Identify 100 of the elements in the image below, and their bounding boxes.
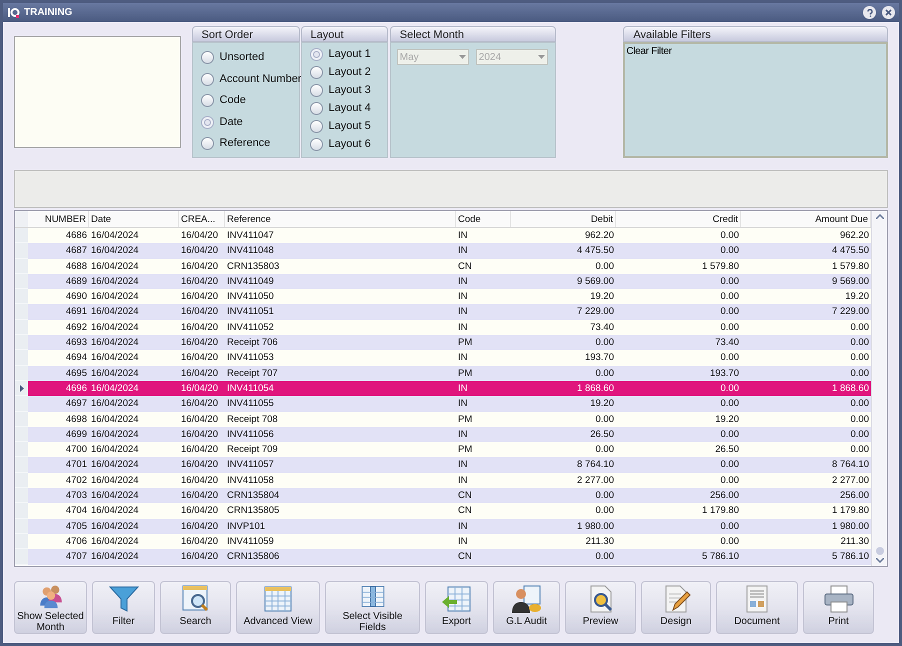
table-cell-text: 4687 [64, 244, 88, 258]
radio-label: Layout 5 [328, 119, 371, 134]
table-cell-text: 16/04/2024 [90, 320, 140, 335]
toolbar-button[interactable]: Show Selected Month [14, 581, 87, 634]
table-cell-text: 4705 [64, 520, 88, 534]
column-header[interactable]: Credit [616, 211, 741, 227]
table-row[interactable]: 4686 16/04/2024 16/04/20 INV411047 IN 962.20 0.00 962.20 [15, 228, 871, 244]
table-cell-text: 19.20 [589, 290, 615, 304]
table-cell-text: 4 475.50 [576, 244, 615, 258]
toolbar-button[interactable]: Document [716, 581, 798, 634]
table-row[interactable]: 4704 16/04/2024 16/04/20 CRN135805 CN 0.00 1 179.80 1 179.80 [15, 503, 871, 519]
table-cell-text: 4706 [64, 534, 88, 549]
table-row[interactable]: 4702 16/04/2024 16/04/20 INV411058 IN 2 277.00 0.00 2 277.00 [15, 472, 871, 488]
table-row[interactable]: 4692 16/04/2024 16/04/20 INV411052 IN 73.40 0.00 0.00 [15, 320, 871, 336]
table-cell-text: 16/04/2024 [90, 520, 140, 534]
table-cell-text: 4698 [64, 412, 88, 427]
table-cell-text: 16/04/2024 [90, 397, 140, 412]
table-cell-text: 4701 [64, 458, 88, 472]
column-header[interactable]: Debit [511, 211, 616, 227]
table-cell-text: IN [457, 305, 468, 320]
panel-header: Sort Order [192, 26, 300, 42]
table-cell-text: IN [457, 534, 468, 549]
table-cell-text: 4700 [64, 443, 88, 458]
table-cell-text: CN [457, 260, 473, 274]
toolbar-button[interactable]: Export [425, 581, 488, 634]
table-cell-text: 16/04/2024 [90, 229, 140, 243]
table-cell-text: 962.20 [838, 229, 870, 243]
toolbar-button[interactable]: G.L Audit [493, 581, 560, 634]
table-row[interactable]: 4706 16/04/2024 16/04/20 INV411059 IN 211.30 0.00 211.30 [15, 534, 871, 550]
table-cell-text: PM [457, 366, 474, 381]
table-cell-text: 19.20 [589, 397, 615, 412]
table-row[interactable]: 4693 16/04/2024 16/04/20 Receipt 706 PM 0.00 73.40 0.00 [15, 335, 871, 350]
table-row[interactable]: 4696 16/04/2024 16/04/20 INV411054 IN 1 868.60 0.00 1 868.60 [15, 380, 871, 396]
table-row[interactable]: 4700 16/04/2024 16/04/20 Receipt 709 PM 0.00 26.50 0.00 [15, 442, 871, 458]
table-cell-text: INV411052 [226, 320, 275, 335]
table-row[interactable]: 4690 16/04/2024 16/04/20 INV411050 IN 19.20 0.00 19.20 [15, 289, 871, 304]
toolbar-button[interactable]: Filter [92, 581, 155, 634]
toolbar-button[interactable]: Design [641, 581, 711, 634]
table-row[interactable]: 4689 16/04/2024 16/04/20 INV411049 IN 9 569.00 0.00 9 569.00 [15, 274, 871, 290]
table-cell-text: 4696 [64, 382, 88, 396]
toolbar-button[interactable]: Preview [565, 581, 636, 634]
column-header[interactable]: NUMBER [28, 211, 89, 227]
toolbar-button[interactable]: Print [803, 581, 874, 634]
column-header[interactable]: CREA... [179, 211, 225, 227]
table-cell-text: 193.70 [708, 366, 740, 381]
table-cell-text: 16/04/2024 [90, 474, 140, 488]
table-row[interactable]: 4707 16/04/2024 16/04/20 CRN135806 CN 0.00 5 786.10 5 786.10 [15, 549, 871, 565]
table-cell-text: INV411049 [226, 274, 275, 289]
table-cell-text: 211.30 [584, 534, 615, 549]
table-cell-text: 16/04/20 [180, 290, 219, 304]
table-cell-text: 211.30 [840, 534, 870, 549]
radio-label: Account Number [220, 72, 302, 87]
table-cell-text: 0.00 [594, 443, 615, 458]
table-row[interactable]: 4687 16/04/2024 16/04/20 INV411048 IN 4 475.50 0.00 4 475.50 [15, 243, 871, 259]
column-header[interactable]: Date [89, 211, 179, 227]
toolbar-button[interactable]: Advanced View [236, 581, 320, 634]
table-row[interactable]: 4694 16/04/2024 16/04/20 INV411053 IN 193.70 0.00 0.00 [15, 350, 871, 366]
table-cell-text: 0.00 [594, 504, 615, 518]
table-row[interactable]: 4705 16/04/2024 16/04/20 INVP101 IN 1 980.00 0.00 1 980.00 [15, 518, 871, 534]
table-cell-text: IN [457, 320, 468, 335]
table-cell-text: 16/04/20 [180, 336, 219, 350]
table-cell-text: 0.00 [720, 428, 740, 442]
filter-item[interactable]: Clear Filter [626, 45, 885, 58]
toolbar-button[interactable]: Select Visible Fields [325, 581, 420, 634]
toolbar-button[interactable]: Search [160, 581, 231, 634]
table-cell-text: 0.00 [720, 458, 740, 472]
table-cell-text: 0.00 [850, 412, 870, 427]
table-row[interactable]: 4703 16/04/2024 16/04/20 CRN135804 CN 0.00 256.00 256.00 [15, 488, 871, 504]
table-row[interactable]: 4701 16/04/2024 16/04/20 INV411057 IN 8 764.10 0.00 8 764.10 [15, 457, 871, 473]
table-cell-text: 0.00 [720, 244, 740, 258]
table-cell-text: 0.00 [720, 520, 740, 534]
radio-label: Layout 4 [328, 101, 371, 116]
table-cell-text: 256.00 [838, 489, 870, 504]
table-row[interactable]: 4699 16/04/2024 16/04/20 INV411056 IN 26.50 0.00 0.00 [15, 426, 871, 442]
table-row[interactable]: 4698 16/04/2024 16/04/20 Receipt 708 PM 0.00 19.20 0.00 [15, 412, 871, 427]
table-cell-text: 5 786.10 [831, 550, 870, 564]
table-cell-text: 1 980.00 [831, 520, 870, 534]
table-row[interactable]: 4691 16/04/2024 16/04/20 INV411051 IN 7 229.00 0.00 7 229.00 [15, 304, 871, 320]
table-cell-text: 4690 [64, 290, 88, 304]
column-header[interactable]: Reference [225, 211, 456, 227]
table-cell-text: 0.00 [720, 305, 740, 320]
table-cell-text: 26.50 [589, 428, 615, 442]
table-cell-text: 26.50 [714, 443, 740, 458]
table-cell-text: 16/04/2024 [90, 274, 140, 289]
table-cell-text: 4697 [64, 397, 88, 412]
table-cell-text: 16/04/2024 [90, 244, 140, 258]
table-cell-text: 1 868.60 [831, 382, 870, 396]
table-row[interactable]: 4695 16/04/2024 16/04/20 Receipt 707 PM 0.00 193.70 0.00 [15, 366, 871, 381]
table-cell-text: IN [457, 474, 468, 488]
table-cell-text: 16/04/20 [180, 351, 219, 366]
table-cell-text: 16/04/2024 [90, 351, 140, 366]
table-row[interactable]: 4697 16/04/2024 16/04/20 INV411055 IN 19.20 0.00 0.00 [15, 396, 871, 412]
table-row[interactable]: 4688 16/04/2024 16/04/20 CRN135803 CN 0.00 1 579.80 1 579.80 [15, 258, 871, 274]
column-header[interactable]: Code [456, 211, 511, 227]
table-cell-text: 16/04/2024 [90, 550, 140, 564]
table-cell-text: 0.00 [850, 320, 870, 335]
table-cell-text: 0.00 [850, 351, 870, 366]
table-cell-text: 4688 [64, 260, 88, 274]
table-cell-text: 73.40 [714, 336, 740, 350]
table-cell-text: IN [457, 244, 468, 258]
